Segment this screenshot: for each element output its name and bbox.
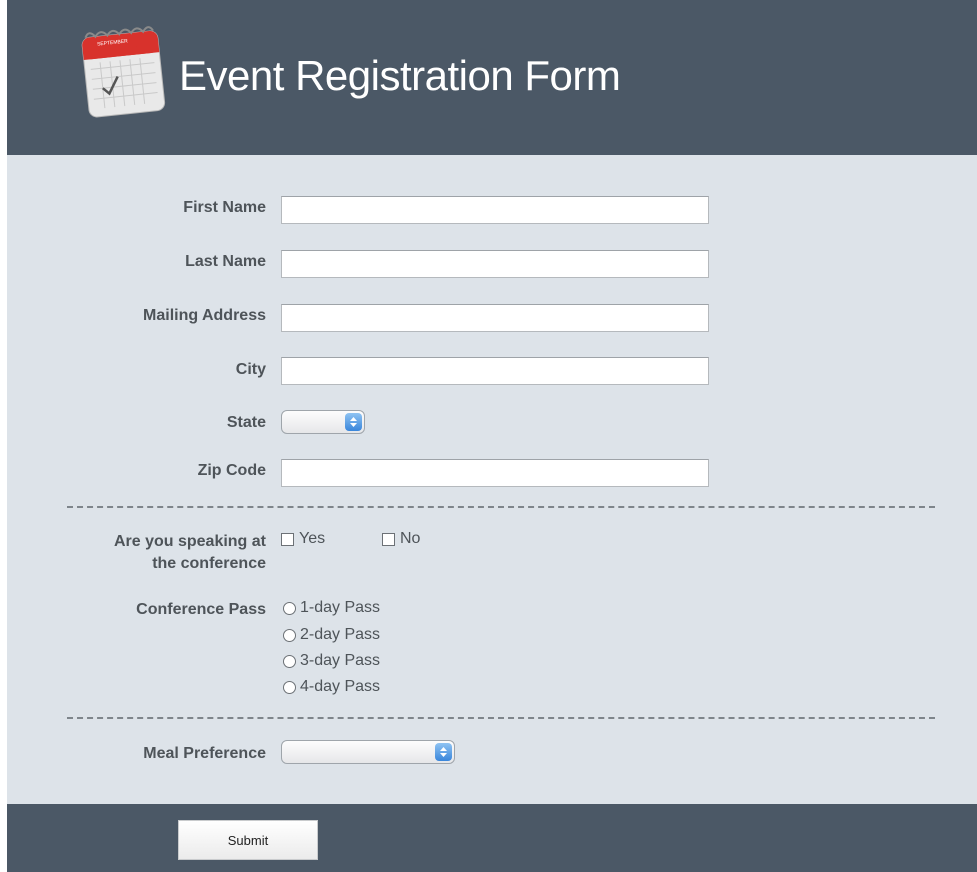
pass-option-2[interactable]: 2-day Pass — [283, 626, 380, 644]
pass-option-4[interactable]: 4-day Pass — [283, 678, 380, 696]
footer-bar: Submit — [7, 804, 977, 872]
last-name-label: Last Name — [185, 253, 266, 270]
checkbox-box — [281, 532, 294, 546]
speaking-no-label: No — [400, 530, 421, 547]
city-label: City — [235, 361, 266, 378]
calendar-icon: SEPTEMBER — [77, 20, 169, 120]
city-input[interactable] — [281, 357, 709, 385]
first-name-label: First Name — [183, 199, 266, 216]
radio-circle — [283, 628, 296, 642]
pass-option-label: 3-day Pass — [300, 652, 381, 669]
submit-button[interactable]: Submit — [178, 820, 318, 860]
speaking-label: Are you speaking at the conference — [7, 531, 266, 575]
radio-circle — [283, 654, 296, 668]
conference-pass-label: Conference Pass — [136, 601, 266, 618]
divider — [67, 506, 935, 508]
mailing-address-label: Mailing Address — [143, 307, 266, 324]
pass-option-label: 2-day Pass — [300, 626, 381, 643]
mailing-address-input[interactable] — [281, 304, 709, 332]
pass-option-label: 4-day Pass — [300, 678, 381, 695]
header-bar: SEPTEMBER Event Registration Form — [7, 0, 977, 155]
speaking-label-line1: Are you speaking at — [113, 533, 266, 550]
checkbox-box — [382, 532, 395, 546]
speaking-no-checkbox[interactable]: No — [382, 530, 420, 548]
radio-circle — [283, 601, 296, 615]
meal-preference-select[interactable] — [281, 740, 455, 764]
first-name-input[interactable] — [281, 196, 709, 224]
speaking-label-line2: the conference — [152, 555, 266, 572]
page-title: Event Registration Form — [179, 52, 621, 99]
pass-option-3[interactable]: 3-day Pass — [283, 652, 380, 670]
pass-option-1[interactable]: 1-day Pass — [283, 599, 380, 617]
state-label: State — [226, 414, 266, 431]
speaking-yes-label: Yes — [299, 530, 326, 547]
chevron-updown-icon — [435, 743, 452, 761]
meal-preference-label: Meal Preference — [143, 745, 266, 762]
zip-code-input[interactable] — [281, 459, 709, 487]
divider — [67, 717, 935, 719]
speaking-yes-checkbox[interactable]: Yes — [281, 530, 325, 548]
state-select[interactable] — [281, 410, 365, 434]
radio-circle — [283, 680, 296, 694]
pass-option-label: 1-day Pass — [300, 599, 381, 616]
registration-page: SEPTEMBER Event Registration Form First … — [7, 0, 977, 872]
zip-code-label: Zip Code — [197, 462, 266, 479]
last-name-input[interactable] — [281, 250, 709, 278]
chevron-updown-icon — [345, 413, 362, 431]
